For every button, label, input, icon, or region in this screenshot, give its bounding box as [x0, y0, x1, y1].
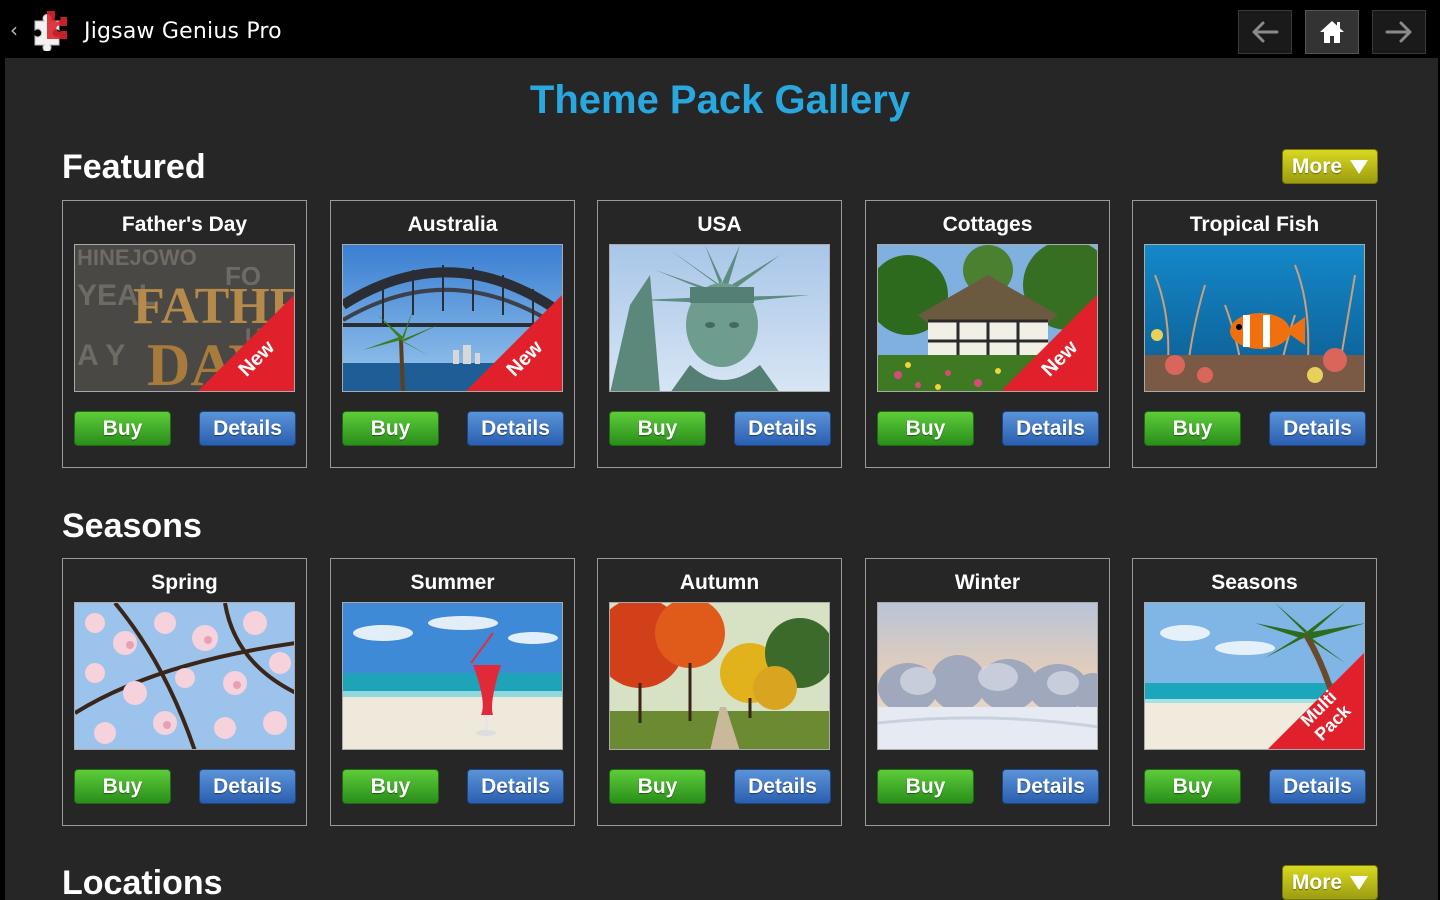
buy-button[interactable]: Buy [877, 411, 974, 446]
card-title: Seasons [1211, 571, 1298, 594]
arrow-left-icon [1252, 21, 1279, 43]
buy-button[interactable]: Buy [74, 411, 171, 446]
thumbnail-image[interactable] [609, 602, 830, 750]
thumbnail-image[interactable] [1144, 244, 1365, 392]
thumbnail-image[interactable]: HINEJOWO YEAL FO A Y UM FATHER'S DAY New [74, 244, 295, 392]
section-title-featured: Featured [62, 148, 206, 186]
forward-button[interactable] [1372, 10, 1426, 54]
buy-button[interactable]: Buy [342, 769, 439, 804]
theme-card-seasons[interactable]: Seasons Multi Pack Buy Details [1132, 558, 1377, 826]
details-button[interactable]: Details [467, 411, 564, 446]
theme-card-tropical-fish[interactable]: Tropical Fish Buy Details [1132, 200, 1377, 468]
svg-text:HINEJOWO: HINEJOWO [77, 245, 197, 270]
theme-card-spring[interactable]: Spring Buy Details [62, 558, 307, 826]
thumbnail-image[interactable]: New [877, 244, 1098, 392]
triangle-down-icon [1350, 159, 1369, 174]
theme-card-usa[interactable]: USA Buy Details [597, 200, 842, 468]
thumbnail-image[interactable]: New [342, 244, 563, 392]
details-button[interactable]: Details [199, 769, 296, 804]
svg-text:A Y: A Y [77, 339, 125, 372]
card-title: Spring [151, 571, 218, 594]
featured-more-button[interactable]: More [1282, 149, 1378, 184]
triangle-down-icon [1350, 875, 1369, 890]
buy-button[interactable]: Buy [609, 769, 706, 804]
thumbnail-image[interactable] [342, 602, 563, 750]
section-title-locations: Locations [62, 864, 223, 900]
home-icon [1320, 21, 1344, 43]
locations-more-button[interactable]: More [1282, 865, 1378, 900]
buy-button[interactable]: Buy [1144, 769, 1241, 804]
details-button[interactable]: Details [1269, 769, 1366, 804]
section-title-seasons: Seasons [62, 507, 202, 545]
card-title: Australia [407, 213, 498, 236]
details-button[interactable]: Details [1002, 769, 1099, 804]
buy-button[interactable]: Buy [1144, 411, 1241, 446]
back-button[interactable] [1238, 10, 1292, 54]
card-title: Autumn [679, 571, 760, 594]
card-title: Tropical Fish [1189, 213, 1320, 236]
page-title: Theme Pack Gallery [529, 78, 911, 122]
home-button[interactable] [1305, 10, 1359, 54]
theme-card-cottages[interactable]: Cottages New Buy Details [865, 200, 1110, 468]
thumbnail-image[interactable] [877, 602, 1098, 750]
more-label: More [1291, 154, 1343, 178]
buy-button[interactable]: Buy [74, 769, 171, 804]
card-title: USA [697, 213, 742, 236]
thumbnail-image[interactable] [609, 244, 830, 392]
buy-button[interactable]: Buy [609, 411, 706, 446]
card-title: Summer [410, 571, 495, 594]
more-label: More [1291, 870, 1343, 894]
arrow-right-icon [1385, 21, 1412, 43]
theme-card-winter[interactable]: Winter Buy Details [865, 558, 1110, 826]
details-button[interactable]: Details [734, 411, 831, 446]
theme-card-autumn[interactable]: Autumn Buy Details [597, 558, 842, 826]
thumbnail-image[interactable] [74, 602, 295, 750]
up-caret-icon[interactable]: ‹ [10, 18, 18, 42]
app-logo-icon[interactable] [27, 7, 71, 51]
details-button[interactable]: Details [467, 769, 564, 804]
card-title: Winter [954, 571, 1021, 594]
app-title: Jigsaw Genius Pro [84, 19, 282, 44]
theme-card-fathers-day[interactable]: Father's Day HINEJOWO YEAL FO A Y UM FAT… [62, 200, 307, 468]
theme-card-australia[interactable]: Australia New Buy Details [330, 200, 575, 468]
theme-card-summer[interactable]: Summer Buy Details [330, 558, 575, 826]
thumbnail-image[interactable]: Multi Pack [1144, 602, 1365, 750]
buy-button[interactable]: Buy [342, 411, 439, 446]
details-button[interactable]: Details [734, 769, 831, 804]
details-button[interactable]: Details [1002, 411, 1099, 446]
details-button[interactable]: Details [1269, 411, 1366, 446]
action-bar: ‹ Jigsaw Genius Pro [0, 0, 1440, 58]
details-button[interactable]: Details [199, 411, 296, 446]
card-title: Cottages [942, 213, 1033, 236]
card-title: Father's Day [121, 213, 248, 236]
buy-button[interactable]: Buy [877, 769, 974, 804]
